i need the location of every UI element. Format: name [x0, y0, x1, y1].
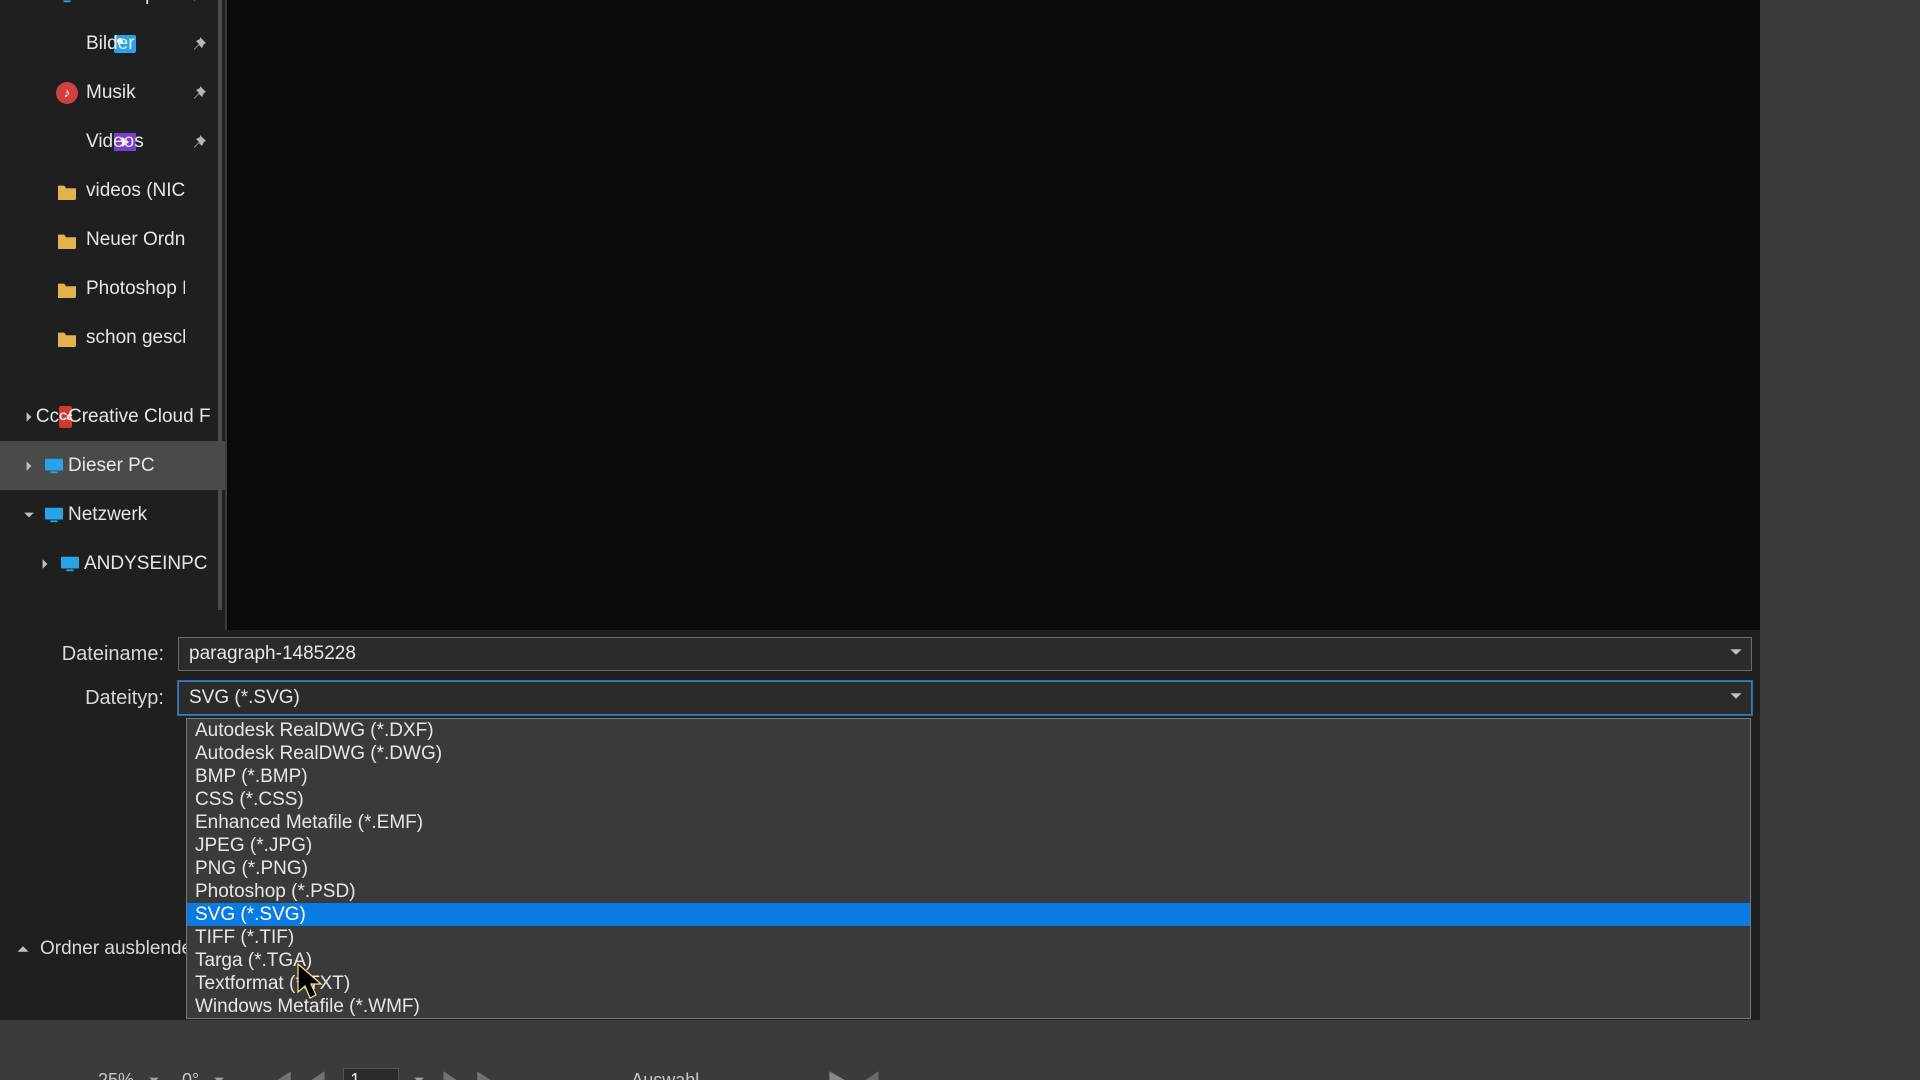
- monitor-icon: [56, 555, 84, 573]
- sidebar-item[interactable]: Videos: [0, 117, 225, 166]
- filename-label: Dateiname:: [8, 643, 178, 666]
- sidebar-item-label: Bilder: [86, 33, 185, 55]
- filetype-option[interactable]: Photoshop (*.PSD): [187, 880, 1750, 903]
- cursor-icon: [295, 962, 327, 1002]
- monitor-icon: [40, 506, 68, 524]
- monitor-icon: [40, 457, 68, 475]
- cc-icon: CcCc: [40, 406, 68, 428]
- tree-item[interactable]: Dieser PC: [0, 441, 225, 490]
- page-input[interactable]: 1: [343, 1068, 399, 1080]
- filetype-option[interactable]: Windows Metafile (*.WMF): [187, 995, 1750, 1018]
- chevron-right-icon[interactable]: [18, 460, 40, 472]
- filename-input[interactable]: paragraph-1485228: [178, 637, 1752, 671]
- file-list-area[interactable]: [225, 0, 1760, 630]
- sidebar-item-label: Photoshop Foto: [86, 278, 185, 300]
- filetype-option[interactable]: Autodesk RealDWG (*.DXF): [187, 719, 1750, 742]
- hide-folders-label: Ordner ausblende: [40, 938, 192, 960]
- chevron-down-icon: [213, 1074, 225, 1080]
- filename-value: paragraph-1485228: [189, 643, 356, 665]
- pin-icon[interactable]: [191, 85, 207, 101]
- tree-item-label: Creative Cloud F: [68, 406, 225, 428]
- filetype-option[interactable]: CSS (*.CSS): [187, 788, 1750, 811]
- sidebar-item[interactable]: Photoshop Foto: [0, 264, 225, 313]
- page-value: 1: [350, 1070, 360, 1080]
- tree-item-label: Netzwerk: [68, 504, 225, 526]
- pin-icon[interactable]: [191, 36, 207, 52]
- pin-icon[interactable]: [191, 134, 207, 150]
- filetype-option[interactable]: PNG (*.PNG): [187, 857, 1750, 880]
- sidebar-item[interactable]: videos (NICHT F: [0, 166, 225, 215]
- tree-item[interactable]: CcCcCreative Cloud F: [0, 392, 225, 441]
- tree-item[interactable]: ANDYSEINPC: [0, 539, 225, 588]
- chevron-right-icon[interactable]: [34, 558, 56, 570]
- filetype-value: SVG (*.SVG): [189, 687, 300, 709]
- save-dialog: Desktop Bilder ♪ Musik Videos videos (NICHT F…: [0, 0, 1760, 1020]
- mus-icon: ♪: [56, 82, 78, 104]
- zoom-control[interactable]: 25%: [90, 1065, 160, 1080]
- next-page-button[interactable]: [439, 1069, 461, 1080]
- sidebar-item[interactable]: schon geschnitt: [0, 313, 225, 362]
- rotation-value: 0°: [174, 1070, 207, 1080]
- filetype-option[interactable]: SVG (*.SVG): [187, 903, 1750, 926]
- tree-item-label: ANDYSEINPC: [84, 553, 225, 575]
- sidebar-item-label: Desktop: [86, 0, 185, 6]
- filetype-option[interactable]: JPEG (*.JPG): [187, 834, 1750, 857]
- first-page-button[interactable]: [271, 1069, 293, 1080]
- app-root: Desktop Bilder ♪ Musik Videos videos (NICHT F…: [0, 0, 1920, 1080]
- app-background-right: [1760, 0, 1920, 1080]
- filename-row: Dateiname: paragraph-1485228: [8, 634, 1752, 674]
- chevron-down-icon: [413, 1074, 425, 1080]
- chevron-down-icon: [148, 1074, 160, 1080]
- sidebar-item[interactable]: Desktop: [0, 0, 225, 19]
- filetype-option[interactable]: TIFF (*.TIF): [187, 926, 1750, 949]
- sidebar-item-label: Videos: [86, 131, 185, 153]
- filetype-option[interactable]: Targa (*.TGA): [187, 949, 1750, 972]
- tree-item[interactable]: Netzwerk: [0, 490, 225, 539]
- chevron-down-icon[interactable]: [1729, 643, 1743, 665]
- filetype-combobox[interactable]: SVG (*.SVG): [178, 681, 1752, 715]
- prev-page-button[interactable]: [307, 1069, 329, 1080]
- dialog-bottom: Dateiname: paragraph-1485228 Dateityp: S…: [0, 630, 1760, 722]
- chevron-up-icon: [16, 942, 30, 956]
- zoom-value: 25%: [90, 1070, 142, 1080]
- prev-button[interactable]: [861, 1069, 883, 1080]
- filetype-option[interactable]: Enhanced Metafile (*.EMF): [187, 811, 1750, 834]
- filetype-dropdown[interactable]: Autodesk RealDWG (*.DXF)Autodesk RealDWG…: [186, 718, 1751, 1019]
- filetype-option[interactable]: Textformat (*.TXT): [187, 972, 1750, 995]
- filetype-label: Dateityp:: [8, 687, 178, 710]
- sidebar-item-label: Musik: [86, 82, 185, 104]
- rotation-control[interactable]: 0°: [174, 1065, 225, 1080]
- sidebar-item[interactable]: Bilder: [0, 19, 225, 68]
- filetype-option[interactable]: Autodesk RealDWG (*.DWG): [187, 742, 1750, 765]
- folder-icon: [56, 180, 78, 202]
- tree-item-label: Dieser PC: [68, 455, 225, 477]
- sidebar-item-label: Neuer Ordner: [86, 229, 185, 251]
- folder-icon: [56, 327, 78, 349]
- chevron-down-icon[interactable]: [18, 509, 40, 521]
- hide-folders-toggle[interactable]: Ordner ausblende: [16, 938, 192, 960]
- last-page-button[interactable]: [475, 1069, 497, 1080]
- folder-icon: [56, 278, 78, 300]
- folder-icon: [56, 229, 78, 251]
- selection-label: Auswahl: [631, 1070, 699, 1080]
- monitor-icon: [56, 0, 78, 6]
- sidebar-item-label: videos (NICHT F: [86, 180, 185, 202]
- sidebar-item-label: schon geschnitt: [86, 327, 185, 349]
- filetype-row: Dateityp: SVG (*.SVG): [8, 678, 1752, 718]
- chevron-down-icon[interactable]: [1729, 687, 1743, 709]
- play-button[interactable]: [825, 1069, 847, 1080]
- status-bar: 25% 0° 1 Auswahl: [90, 1060, 1750, 1080]
- pin-icon[interactable]: [191, 0, 207, 3]
- sidebar-item[interactable]: Neuer Ordner: [0, 215, 225, 264]
- sidebar-item[interactable]: ♪ Musik: [0, 68, 225, 117]
- filetype-option[interactable]: BMP (*.BMP): [187, 765, 1750, 788]
